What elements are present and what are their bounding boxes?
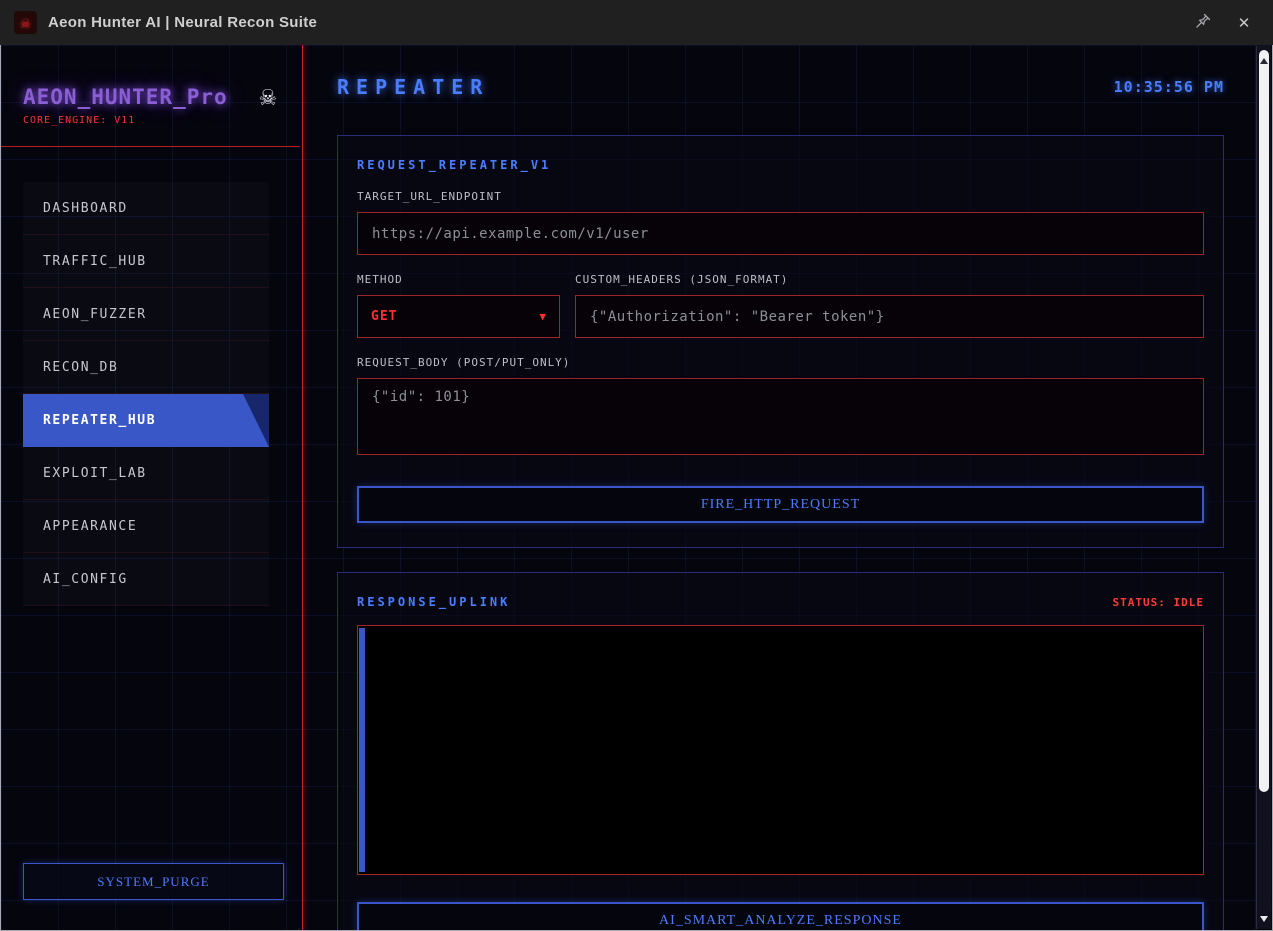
request-body-label: REQUEST_BODY (POST/PUT_ONLY) bbox=[357, 356, 571, 369]
close-icon: ✕ bbox=[1237, 14, 1251, 32]
core-engine-version: CORE_ENGINE: V11 bbox=[23, 115, 136, 126]
headers-column: CUSTOM_HEADERS (JSON_FORMAT) bbox=[575, 255, 1204, 338]
app-window: ☠ Aeon Hunter AI | Neural Recon Suite ✕ … bbox=[0, 0, 1273, 931]
vertical-scrollbar[interactable] bbox=[1256, 46, 1271, 929]
sidebar: AEON_HUNTER_Pro ☠ CORE_ENGINE: V11 DASHB… bbox=[1, 45, 303, 930]
method-column: METHOD GET ▼ bbox=[357, 255, 560, 338]
app-skull-icon: ☠ bbox=[14, 11, 37, 34]
main-header: REPEATER 10:35:56 PM bbox=[337, 75, 1224, 99]
sidebar-item-traffic-hub[interactable]: TRAFFIC_HUB bbox=[23, 235, 269, 288]
status-badge: STATUS: IDLE bbox=[1112, 595, 1204, 609]
method-label: METHOD bbox=[357, 273, 403, 286]
method-headers-row: METHOD GET ▼ CUSTOM_HEADERS (JSON_FORMAT… bbox=[357, 255, 1204, 338]
sidebar-menu: DASHBOARD TRAFFIC_HUB AEON_FUZZER RECON_… bbox=[23, 182, 269, 606]
sidebar-divider bbox=[1, 146, 300, 147]
titlebar: ☠ Aeon Hunter AI | Neural Recon Suite ✕ bbox=[0, 0, 1273, 45]
request-repeater-panel: REQUEST_REPEATER_V1 TARGET_URL_ENDPOINT … bbox=[337, 135, 1224, 548]
scroll-up-icon bbox=[1260, 58, 1268, 64]
request-panel-title: REQUEST_REPEATER_V1 bbox=[357, 158, 552, 172]
clock: 10:35:56 PM bbox=[1113, 78, 1224, 96]
sidebar-item-exploit-lab[interactable]: EXPLOIT_LAB bbox=[23, 447, 269, 500]
sidebar-item-repeater-hub[interactable]: REPEATER_HUB bbox=[23, 394, 269, 447]
app-logo: AEON_HUNTER_Pro bbox=[23, 84, 228, 109]
request-body-textarea[interactable]: {"id": 101} bbox=[357, 378, 1204, 455]
custom-headers-input[interactable] bbox=[575, 295, 1204, 338]
scroll-down-icon[interactable] bbox=[1260, 916, 1268, 922]
response-output-area bbox=[357, 625, 1204, 875]
sidebar-item-appearance[interactable]: APPEARANCE bbox=[23, 500, 269, 553]
window-body: AEON_HUNTER_Pro ☠ CORE_ENGINE: V11 DASHB… bbox=[0, 45, 1273, 931]
page-title: REPEATER bbox=[337, 75, 490, 99]
method-select[interactable]: GET ▼ bbox=[357, 295, 560, 338]
skull-icon: ☠ bbox=[259, 81, 276, 112]
window-title: Aeon Hunter AI | Neural Recon Suite bbox=[48, 14, 318, 31]
pin-icon bbox=[1195, 13, 1211, 33]
pin-button[interactable] bbox=[1188, 8, 1218, 38]
sidebar-item-aeon-fuzzer[interactable]: AEON_FUZZER bbox=[23, 288, 269, 341]
sidebar-item-recon-db[interactable]: RECON_DB bbox=[23, 341, 269, 394]
main-content: REPEATER 10:35:56 PM REQUEST_REPEATER_V1… bbox=[303, 45, 1272, 930]
custom-headers-label: CUSTOM_HEADERS (JSON_FORMAT) bbox=[575, 273, 789, 286]
target-url-input[interactable] bbox=[357, 212, 1204, 255]
ai-analyze-response-button[interactable]: AI_SMART_ANALYZE_RESPONSE bbox=[357, 902, 1204, 930]
response-scrollbar-accent[interactable] bbox=[359, 628, 365, 872]
sidebar-item-ai-config[interactable]: AI_CONFIG bbox=[23, 553, 269, 606]
chevron-down-icon: ▼ bbox=[539, 310, 546, 323]
response-panel-title: RESPONSE_UPLINK bbox=[357, 595, 511, 609]
scrollbar-thumb[interactable] bbox=[1259, 50, 1269, 792]
close-button[interactable]: ✕ bbox=[1229, 8, 1259, 38]
logo-row: AEON_HUNTER_Pro ☠ bbox=[23, 83, 278, 110]
target-url-label: TARGET_URL_ENDPOINT bbox=[357, 190, 502, 203]
response-header: RESPONSE_UPLINK STATUS: IDLE bbox=[357, 595, 1204, 609]
fire-http-request-button[interactable]: FIRE_HTTP_REQUEST bbox=[357, 486, 1204, 523]
system-purge-button[interactable]: SYSTEM_PURGE bbox=[23, 863, 284, 900]
method-selected-value: GET bbox=[371, 309, 398, 324]
sidebar-item-dashboard[interactable]: DASHBOARD bbox=[23, 182, 269, 235]
response-uplink-panel: RESPONSE_UPLINK STATUS: IDLE AI_SMART_AN… bbox=[337, 572, 1224, 930]
